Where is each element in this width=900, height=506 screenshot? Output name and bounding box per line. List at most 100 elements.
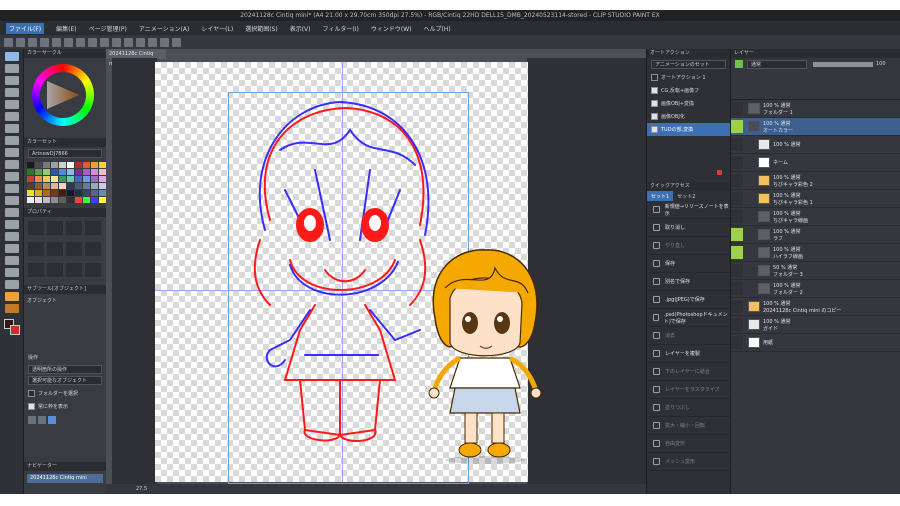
layer-row[interactable]: 100 % 通常 ちびキャラ彩色 1 xyxy=(731,190,900,208)
color-swatch[interactable] xyxy=(75,197,82,203)
blend-tool-icon[interactable] xyxy=(5,184,19,193)
brush-size-slot[interactable] xyxy=(28,221,44,235)
color-swatch[interactable] xyxy=(91,176,98,182)
eye-icon[interactable] xyxy=(731,282,743,295)
transform-icon[interactable] xyxy=(88,37,97,47)
save-icon[interactable] xyxy=(28,37,37,47)
menu-item[interactable]: ページ管理(P) xyxy=(89,24,127,33)
selectable-object-dropdown[interactable]: 選択可能なオブジェクト xyxy=(28,376,102,385)
color-swatch[interactable] xyxy=(91,197,98,203)
color-swatch[interactable] xyxy=(99,197,106,203)
eye-icon[interactable] xyxy=(731,300,743,313)
eye-icon[interactable] xyxy=(731,192,743,205)
eye-icon[interactable] xyxy=(731,210,743,223)
zoom-icon[interactable] xyxy=(160,37,169,47)
brush-size-slot[interactable] xyxy=(28,242,44,256)
color-swatch[interactable] xyxy=(67,176,74,182)
eraser-tool-icon[interactable] xyxy=(5,172,19,181)
color-swatch[interactable] xyxy=(35,169,42,175)
quick-access-command[interactable]: やり直し xyxy=(647,237,730,255)
color-swatch[interactable] xyxy=(83,162,90,168)
deselect-icon[interactable] xyxy=(100,37,109,47)
brush-size-presets[interactable] xyxy=(24,217,106,285)
quick-access-command[interactable]: .psd(Photoshopドキュメント)で保存 xyxy=(647,309,730,327)
mode-icon[interactable] xyxy=(48,415,56,424)
eye-icon[interactable] xyxy=(731,120,743,133)
layer-row[interactable]: 100 % 通常 ハイラフ線画 xyxy=(731,244,900,262)
gradient-tool-icon[interactable] xyxy=(5,208,19,217)
color-swatch[interactable] xyxy=(43,197,50,203)
layer-color-icon[interactable] xyxy=(735,60,743,68)
eye-icon[interactable] xyxy=(731,228,743,241)
color-swatch[interactable] xyxy=(51,190,58,196)
layer-row[interactable]: 100 % 通常 xyxy=(731,136,900,154)
auto-action-checkbox[interactable] xyxy=(651,74,658,81)
quick-access-command[interactable]: 新規値→リリースノートを表示 xyxy=(647,201,730,219)
navigator-item[interactable]: 20241128c Cintiq mini xyxy=(27,474,103,483)
layer-row[interactable]: 100 % 通常 オートカラー xyxy=(731,118,900,136)
color-swatch[interactable] xyxy=(43,190,50,196)
color-swatch[interactable] xyxy=(67,197,74,203)
color-swatch[interactable] xyxy=(83,190,90,196)
layer-row[interactable]: 100 % 通常 ちびキャラ線画 xyxy=(731,208,900,226)
lasso-tool-icon[interactable] xyxy=(5,100,19,109)
tab-set2[interactable]: セット2 xyxy=(673,191,699,201)
layer-row[interactable]: ネーム xyxy=(731,154,900,172)
quick-access-command[interactable]: 消去 xyxy=(647,327,730,345)
eye-icon[interactable] xyxy=(731,138,743,151)
brush-size-slot[interactable] xyxy=(47,263,63,277)
layer-row[interactable]: 100 % 通常 ちびキャラ彩色 2 xyxy=(731,172,900,190)
record-icon[interactable] xyxy=(717,170,722,175)
color-swatch[interactable] xyxy=(99,169,106,175)
brush-size-slot[interactable] xyxy=(85,221,101,235)
color-swatch[interactable] xyxy=(59,176,66,182)
color-swatch[interactable] xyxy=(75,176,82,182)
auto-action-item[interactable]: 画像OBJ+変換 xyxy=(647,97,730,110)
move-tool-icon[interactable] xyxy=(5,76,19,85)
pointer-tool-icon[interactable] xyxy=(5,52,19,61)
eye-icon[interactable] xyxy=(731,156,743,169)
brush-tool-icon[interactable] xyxy=(5,148,19,157)
color-swatch[interactable] xyxy=(43,176,50,182)
brush-size-slot[interactable] xyxy=(85,242,101,256)
color-swatch[interactable] xyxy=(91,162,98,168)
redo-icon[interactable] xyxy=(52,37,61,47)
clear-icon[interactable] xyxy=(64,37,73,47)
quick-access-command[interactable]: 別名で保存 xyxy=(647,273,730,291)
color-set-dropdown[interactable]: ArtnewDJ7866 xyxy=(28,149,102,158)
brush-size-slot[interactable] xyxy=(28,263,44,277)
layer-row[interactable]: 100 % 通常 ガイド xyxy=(731,316,900,334)
color-swatch[interactable] xyxy=(51,197,58,203)
show-frame-row[interactable]: 常に枠を表示 xyxy=(24,400,106,413)
sub-tool-name[interactable]: オブジェクト xyxy=(24,294,106,314)
brush-size-slot[interactable] xyxy=(85,263,101,277)
quick-access-command[interactable]: 取り消し xyxy=(647,219,730,237)
quick-access-command[interactable]: .jpg(JPEG)で保存 xyxy=(647,291,730,309)
ruler-tool-icon[interactable] xyxy=(5,244,19,253)
brush-size-slot[interactable] xyxy=(66,263,82,277)
auto-action-checkbox[interactable] xyxy=(651,126,658,133)
color-swatch[interactable] xyxy=(27,190,34,196)
auto-action-checkbox[interactable] xyxy=(651,113,658,120)
color-swatch[interactable] xyxy=(83,183,90,189)
color-swatch[interactable] xyxy=(75,190,82,196)
color-swatch[interactable] xyxy=(67,190,74,196)
color-swatch[interactable] xyxy=(99,176,106,182)
color-swatch[interactable] xyxy=(83,197,90,203)
quick-access-command[interactable]: 塗りつぶし xyxy=(647,399,730,417)
layer-row[interactable]: 100 % 通常 フォルダー 2 xyxy=(731,280,900,298)
brush-size-slot[interactable] xyxy=(66,221,82,235)
color-swatch[interactable] xyxy=(51,162,58,168)
layer-row[interactable]: 100 % 通常 ラフ xyxy=(731,226,900,244)
color-swatch[interactable] xyxy=(51,169,58,175)
color-swatch[interactable] xyxy=(99,190,106,196)
fill-tool-icon[interactable] xyxy=(5,196,19,205)
tab-set1[interactable]: セット1 xyxy=(647,191,674,201)
menu-item[interactable]: 表示(V) xyxy=(290,24,311,33)
folder-select-checkbox[interactable] xyxy=(28,390,35,397)
color-swatch[interactable] xyxy=(91,169,98,175)
auto-action-item[interactable]: TUDの部,変換 xyxy=(647,123,730,136)
menu-item[interactable]: 選択範囲(S) xyxy=(245,24,278,33)
color-swatch[interactable] xyxy=(83,169,90,175)
balloon-tool-icon[interactable] xyxy=(5,268,19,277)
